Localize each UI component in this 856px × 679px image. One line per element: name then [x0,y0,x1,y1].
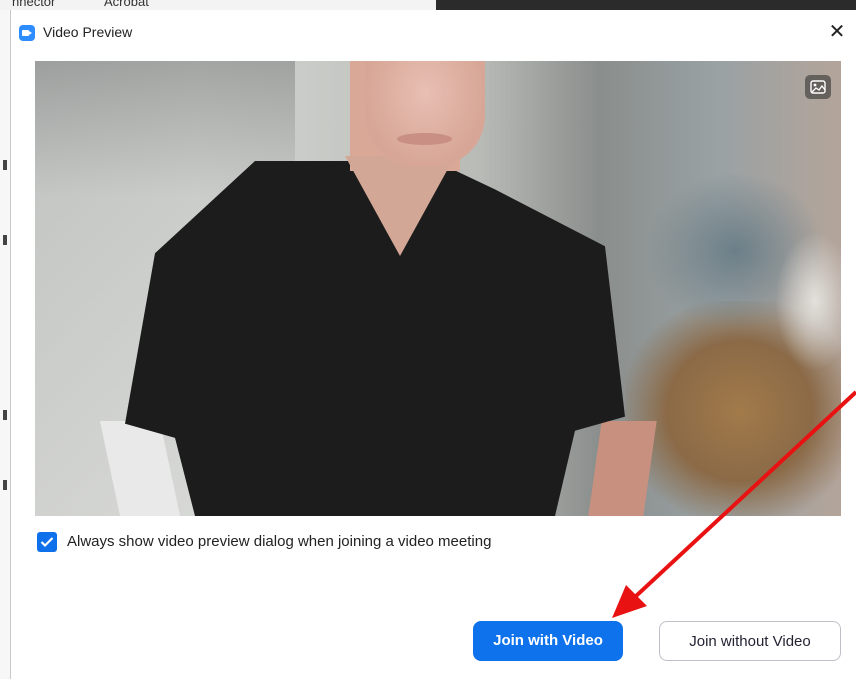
video-background [775,231,841,371]
background-mark [3,235,7,245]
background-window-strip: nnector Acrobat [0,0,856,10]
image-icon [810,80,826,94]
background-image-button[interactable] [805,75,831,99]
dialog-title: Video Preview [43,24,133,40]
background-dark-region [436,0,856,10]
background-mark [3,160,7,170]
person-face [365,61,485,166]
person-shirt [125,161,625,516]
video-preview [35,61,841,516]
background-mark [3,410,7,420]
join-without-video-button[interactable]: Join without Video [659,621,841,661]
background-mark [3,480,7,490]
background-text: nnector [12,0,56,9]
always-show-preview-label[interactable]: Always show video preview dialog when jo… [67,533,491,550]
zoom-camera-icon [19,25,35,41]
always-show-preview-checkbox[interactable] [37,532,57,552]
background-text: Acrobat [104,0,149,9]
checkmark-icon [40,537,54,548]
join-with-video-button[interactable]: Join with Video [473,621,623,661]
close-icon: ✕ [828,21,846,43]
video-preview-dialog: Video Preview ✕ Always show video previe… [10,10,856,679]
title-bar[interactable]: Video Preview ✕ [11,10,856,52]
person-lips [397,133,452,145]
close-button[interactable]: ✕ [823,18,851,46]
